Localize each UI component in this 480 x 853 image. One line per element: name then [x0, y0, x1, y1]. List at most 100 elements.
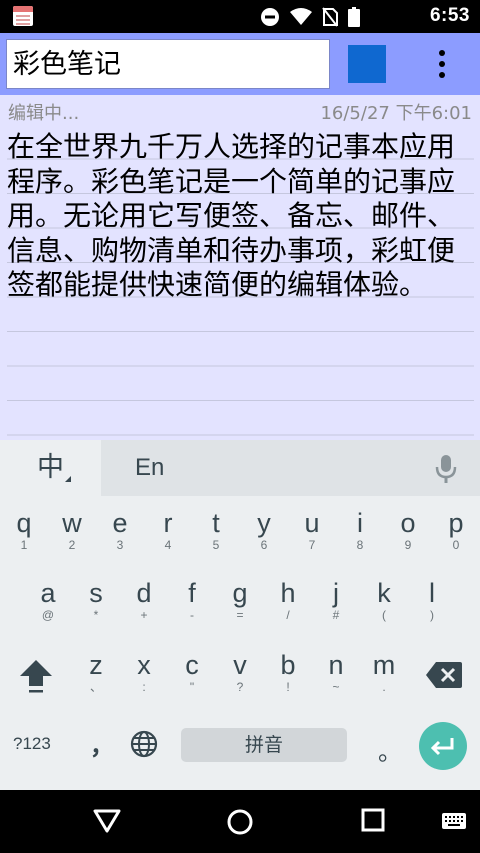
chinese-mode-label: 中 — [37, 452, 64, 483]
key-r[interactable]: r4 — [144, 508, 192, 564]
key-e[interactable]: e3 — [96, 508, 144, 564]
key-secondary-label: @ — [41, 608, 55, 622]
no-sim-icon — [322, 7, 338, 27]
key-t[interactable]: t5 — [192, 508, 240, 564]
key-label: u — [304, 508, 320, 538]
overflow-menu-button[interactable] — [424, 43, 460, 85]
key-label: q — [16, 508, 32, 538]
comma-key[interactable]: ， — [90, 726, 114, 761]
key-secondary-label: ~ — [332, 680, 340, 694]
key-secondary-label: 9 — [404, 538, 412, 552]
key-h[interactable]: h / — [264, 578, 312, 634]
key-label: p — [448, 508, 464, 538]
notes-app-icon — [13, 6, 33, 26]
wifi-icon — [290, 8, 312, 25]
key-label: s — [89, 578, 103, 608]
backspace-key-icon[interactable] — [424, 658, 464, 692]
note-meta: 编辑中... 16/5/27 下午6:01 — [0, 95, 480, 125]
key-secondary-label: * — [93, 608, 99, 622]
space-key[interactable]: 拼音 — [181, 728, 347, 762]
key-secondary-label: 0 — [452, 538, 460, 552]
back-icon[interactable] — [93, 808, 121, 834]
english-mode-key[interactable]: En — [135, 440, 164, 496]
key-secondary-label: 8 — [356, 538, 364, 552]
clock: 6:53 — [429, 5, 470, 26]
key-d[interactable]: d + — [120, 578, 168, 634]
shift-key-icon[interactable] — [16, 656, 56, 696]
home-icon[interactable] — [226, 808, 254, 836]
key-label: n — [328, 650, 344, 680]
key-label: w — [62, 508, 82, 538]
key-v[interactable]: v? — [216, 650, 264, 706]
key-secondary-label: 、 — [89, 680, 102, 694]
key-w[interactable]: w2 — [48, 508, 96, 564]
key-i[interactable]: i8 — [336, 508, 384, 564]
key-label: e — [112, 508, 128, 538]
note-date: 16/5/27 下午6:01 — [320, 103, 472, 124]
key-secondary-label: / — [286, 608, 290, 622]
key-k[interactable]: k( — [360, 578, 408, 634]
key-u[interactable]: u7 — [288, 508, 336, 564]
key-label: j — [333, 578, 339, 608]
edit-status: 编辑中... — [8, 103, 80, 124]
key-m[interactable]: m. — [360, 650, 408, 706]
key-s[interactable]: s * — [72, 578, 120, 634]
recents-icon[interactable] — [361, 808, 385, 832]
key-p[interactable]: p0 — [432, 508, 480, 564]
enter-key[interactable] — [419, 722, 467, 770]
key-secondary-label: 3 — [116, 538, 124, 552]
key-secondary-label: : — [142, 680, 146, 694]
key-label: h — [280, 578, 296, 608]
key-secondary-label: ? — [236, 680, 244, 694]
period-key[interactable]: 。 — [378, 732, 402, 767]
key-b[interactable]: b! — [264, 650, 312, 706]
key-label: o — [400, 508, 416, 538]
key-secondary-label: + — [140, 608, 148, 622]
key-label: c — [185, 650, 199, 680]
key-j[interactable]: j # — [312, 578, 360, 634]
note-title-input[interactable]: 彩色笔记 — [6, 39, 330, 89]
key-a[interactable]: a @ — [24, 578, 72, 634]
note-editor[interactable]: 编辑中... 16/5/27 下午6:01 在全世界九千万人选择的记事本应用程序… — [0, 95, 480, 440]
key-x[interactable]: x: — [120, 650, 168, 706]
key-label: t — [212, 508, 220, 538]
key-y[interactable]: y6 — [240, 508, 288, 564]
key-secondary-label: 4 — [164, 538, 172, 552]
keyboard-switch-icon[interactable] — [441, 812, 467, 830]
key-label: b — [280, 650, 296, 680]
system-icons — [260, 7, 360, 27]
key-label: f — [188, 578, 196, 608]
key-z[interactable]: z、 — [72, 650, 120, 706]
key-secondary-label: 1 — [20, 538, 28, 552]
microphone-icon[interactable] — [433, 454, 459, 484]
key-n[interactable]: n ~ — [312, 650, 360, 706]
key-secondary-label: 2 — [68, 538, 76, 552]
key-label: z — [89, 650, 103, 680]
dropdown-indicator-icon — [65, 476, 71, 482]
key-label: x — [137, 650, 151, 680]
symbols-key[interactable]: ?123 — [13, 734, 51, 754]
soft-keyboard: 中 En q1w2e3r4t5y6u7i8o9p0 a @ s * d + f - g = h / j #… — [0, 440, 480, 790]
note-color-button[interactable] — [348, 45, 386, 83]
key-l[interactable]: l) — [408, 578, 456, 634]
key-secondary-label: - — [190, 608, 194, 622]
key-secondary-label: 6 — [260, 538, 268, 552]
key-secondary-label: " — [189, 680, 195, 694]
key-label: a — [40, 578, 56, 608]
key-label: v — [233, 650, 247, 680]
key-q[interactable]: q1 — [0, 508, 48, 564]
key-g[interactable]: g = — [216, 578, 264, 634]
key-label: l — [429, 578, 435, 608]
chinese-mode-key[interactable]: 中 — [0, 440, 101, 496]
key-o[interactable]: o9 — [384, 508, 432, 564]
key-label: i — [357, 508, 363, 538]
note-body-text[interactable]: 在全世界九千万人选择的记事本应用程序。彩色笔记是一个简单的记事应用。无论用它写便… — [7, 130, 473, 303]
key-c[interactable]: c " — [168, 650, 216, 706]
key-f[interactable]: f- — [168, 578, 216, 634]
key-secondary-label: # — [332, 608, 340, 622]
globe-icon[interactable] — [130, 730, 158, 758]
status-bar: 6:53 — [0, 0, 480, 33]
key-label: y — [257, 508, 271, 538]
key-secondary-label: . — [382, 680, 386, 694]
key-secondary-label: 7 — [308, 538, 316, 552]
